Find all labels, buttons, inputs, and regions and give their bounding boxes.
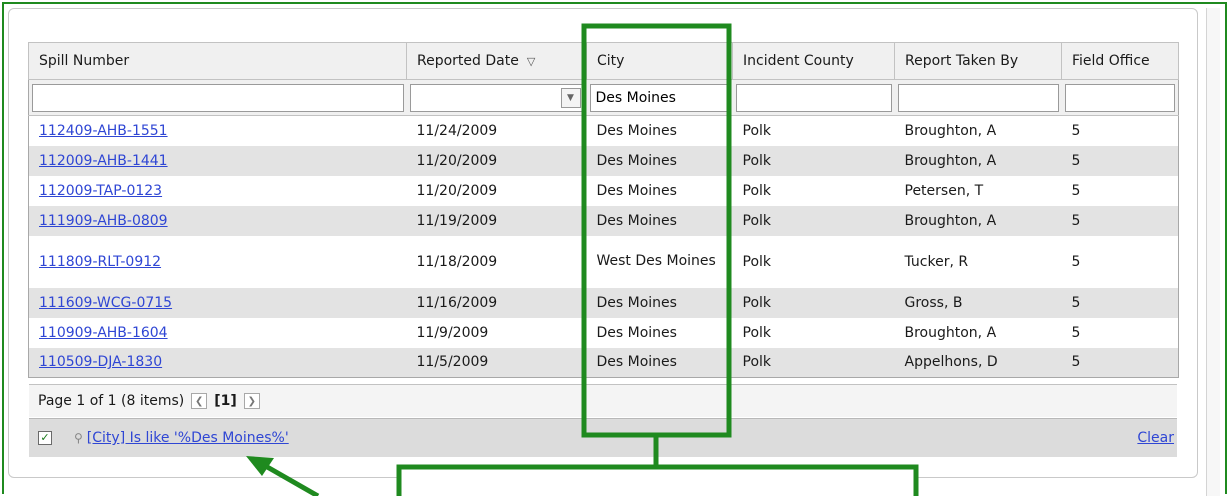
column-header-report-taken-by[interactable]: Report Taken By [894,42,1062,80]
column-header-city[interactable]: City [586,42,733,80]
field-office-cell: 5 [1071,253,1081,270]
table-row: 112409-AHB-1551 11/24/2009 Des Moines Po… [29,116,1179,146]
chevron-left-icon[interactable]: ❮ [191,393,208,409]
city-cell: Des Moines [586,347,733,378]
page-scrollbar[interactable] [1206,8,1220,496]
chevron-right-icon[interactable]: ❯ [243,393,260,409]
incident-county-filter-input[interactable] [735,83,892,112]
chevron-down-icon[interactable]: ▼ [560,87,581,108]
report-taken-by-filter-input[interactable] [897,83,1059,112]
reported-date-cell: 11/18/2009 [416,253,498,270]
city-cell: West Des Moines [596,253,716,269]
incident-county-cell: Polk [742,324,772,341]
report-taken-by-cell: Tucker, R [904,253,969,270]
table-row: 110909-AHB-1604 11/9/2009 Des Moines Pol… [29,318,1179,348]
filter-row: ▼ [28,79,1179,116]
reported-date-cell: 11/20/2009 [406,145,587,176]
spill-number-link[interactable]: 111609-WCG-0715 [39,295,172,311]
city-cell: Des Moines [586,205,733,236]
filter-icon: ⚲ [74,431,83,445]
incident-county-cell: Polk [732,287,895,318]
spill-number-link[interactable]: 112009-TAP-0123 [39,183,162,199]
spill-grid: Spill Number Reported Date ▽ City Inciden… [28,42,1179,378]
spill-number-link[interactable]: 111809-RLT-0912 [39,254,161,270]
field-office-cell: 5 [1061,145,1179,176]
spill-number-link[interactable]: 110509-DJA-1830 [39,354,162,370]
spill-number-link[interactable]: 112009-AHB-1441 [39,153,168,169]
spill-number-link[interactable]: 111909-AHB-0809 [39,213,168,229]
city-cell: Des Moines [596,324,677,341]
sort-descending-icon: ▽ [526,55,536,68]
filter-enabled-checkbox[interactable]: ✓ [38,431,52,445]
city-filter-input[interactable] [589,83,730,112]
reported-date-filter-input[interactable]: ▼ [409,83,584,112]
reported-date-cell: 11/20/2009 [416,182,498,199]
filter-expression-link[interactable]: [City] Is like '%Des Moines%' [87,430,289,446]
field-office-cell: 5 [1071,122,1081,139]
header-row: Spill Number Reported Date ▽ City Inciden… [28,42,1179,80]
field-office-cell: 5 [1061,287,1179,318]
field-office-cell: 5 [1061,347,1179,378]
reported-date-cell: 11/16/2009 [406,287,587,318]
table-row: 111809-RLT-0912 11/18/2009 West Des Moin… [29,236,1179,288]
incident-county-cell: Polk [742,122,772,139]
city-cell: Des Moines [586,287,733,318]
field-office-cell: 5 [1061,205,1179,236]
report-taken-by-cell: Broughton, A [894,205,1062,236]
pager-summary: Page 1 of 1 (8 items) [38,393,185,409]
pager: Page 1 of 1 (8 items) ❮ [1] ❯ [29,384,1177,417]
report-taken-by-cell: Petersen, T [904,182,984,199]
incident-county-cell: Polk [732,145,895,176]
clear-filter-link[interactable]: Clear [1137,430,1174,446]
column-header-incident-county[interactable]: Incident County [732,42,895,80]
table-row: 111609-WCG-0715 11/16/2009 Des Moines Po… [28,287,1179,318]
reported-date-cell: 11/5/2009 [406,347,587,378]
incident-county-cell: Polk [732,347,895,378]
incident-county-cell: Polk [742,182,772,199]
table-row: 110509-DJA-1830 11/5/2009 Des Moines Pol… [28,347,1179,378]
report-taken-by-cell: Gross, B [894,287,1062,318]
report-taken-by-cell: Broughton, A [904,122,997,139]
field-office-cell: 5 [1071,182,1081,199]
reported-date-cell: 11/19/2009 [406,205,587,236]
table-row: 112009-TAP-0123 11/20/2009 Des Moines Po… [29,176,1179,206]
spill-number-filter-input[interactable] [32,83,404,112]
city-cell: Des Moines [596,122,677,139]
column-header-reported-date[interactable]: Reported Date ▽ [406,42,587,80]
incident-county-cell: Polk [742,253,772,270]
incident-county-cell: Polk [732,205,895,236]
field-office-filter-input[interactable] [1064,83,1175,112]
current-page[interactable]: [1] [214,393,237,409]
report-taken-by-cell: Broughton, A [894,145,1062,176]
table-row: 111909-AHB-0809 11/19/2009 Des Moines Po… [28,205,1179,236]
filter-bar: ✓ ⚲ [City] Is like '%Des Moines%' Clear [29,418,1177,457]
column-header-field-office[interactable]: Field Office [1061,42,1179,80]
spill-number-link[interactable]: 112409-AHB-1551 [39,123,168,139]
city-cell: Des Moines [586,145,733,176]
reported-date-cell: 11/9/2009 [416,324,489,341]
column-header-spill-number[interactable]: Spill Number [28,42,407,80]
table-row: 112009-AHB-1441 11/20/2009 Des Moines Po… [28,145,1179,176]
spill-number-link[interactable]: 110909-AHB-1604 [39,325,168,341]
city-cell: Des Moines [596,182,677,199]
reported-date-cell: 11/24/2009 [416,122,498,139]
report-taken-by-cell: Appelhons, D [894,347,1062,378]
report-taken-by-cell: Broughton, A [904,324,997,341]
field-office-cell: 5 [1071,324,1081,341]
